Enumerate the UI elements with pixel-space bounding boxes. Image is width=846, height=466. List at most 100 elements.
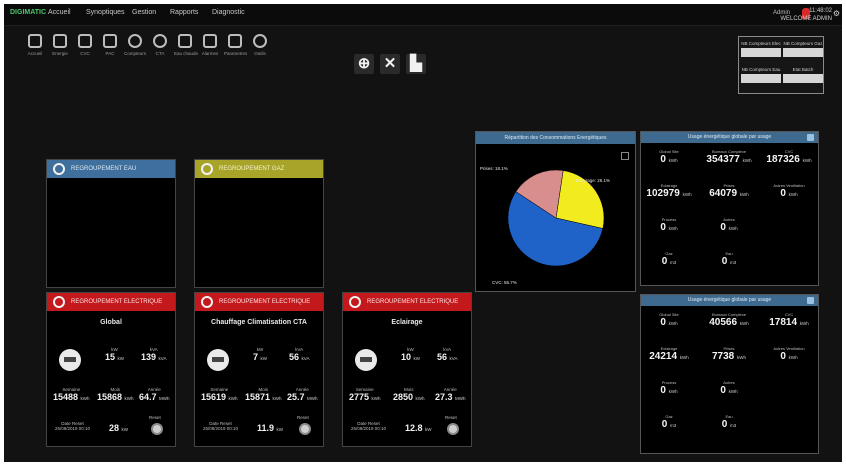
- month-cell: Mois 2850 kWh: [393, 387, 425, 402]
- group-electric-panel[interactable]: REGROUPEMENT ELECTRIQUE Eclairage kW 10 …: [342, 292, 472, 447]
- group-electric-panel[interactable]: REGROUPEMENT ELECTRIQUE Chauffage Climat…: [194, 292, 324, 447]
- energy-cell-value: 0 kWh: [641, 154, 697, 165]
- group-electric-header: REGROUPEMENT ELECTRIQUE: [47, 293, 175, 311]
- energy-panel-title: Usage énergétique globale par usage: [687, 297, 772, 303]
- toolbar-item-alarmes[interactable]: Alarmes: [199, 34, 221, 62]
- cvc-icon: [78, 34, 92, 48]
- group-gaz-panel[interactable]: REGROUPEMENT GAZ: [194, 159, 324, 288]
- menu-rapports[interactable]: Rapports: [170, 9, 198, 16]
- toolbar-label: Parametres: [224, 51, 248, 56]
- week-cell: Semaine 2775 kWh: [349, 387, 381, 402]
- group-electric-title: REGROUPEMENT ELECTRIQUE: [219, 299, 311, 305]
- toolbar-label: Accueil: [27, 51, 43, 56]
- reset-cell[interactable]: Reset: [297, 415, 309, 420]
- toolbar-item-energie[interactable]: Energie: [49, 34, 71, 62]
- chart-icon[interactable]: ▙: [406, 54, 426, 74]
- toolbar-label: Energie: [52, 51, 68, 56]
- reset-fan-icon[interactable]: [299, 423, 311, 435]
- export-icon[interactable]: [807, 297, 814, 304]
- reset-fan-icon[interactable]: [151, 423, 163, 435]
- energy-cell-value: 0 kWh: [701, 222, 757, 233]
- value-number: 0: [780, 188, 786, 199]
- menu-synoptiques[interactable]: Synoptiques: [86, 9, 125, 16]
- energy-panel-title: Usage énergétique globale par usage: [687, 134, 772, 140]
- reset-cell[interactable]: Reset: [445, 415, 457, 420]
- value-unit: m3: [670, 260, 677, 265]
- energy-cell: CVC 17814 kWh: [761, 312, 817, 328]
- value-number: 2850: [393, 392, 414, 402]
- value-number: 0: [660, 385, 666, 396]
- value-number: 12.8: [405, 423, 423, 433]
- reset-cell[interactable]: Reset: [149, 415, 161, 420]
- cell-value: 56 kVA: [437, 352, 457, 362]
- toolbar-label: Outils: [254, 51, 266, 56]
- value-unit: kWh: [415, 396, 425, 401]
- indicator-gaz: NB Compteurs Gaz: [783, 41, 823, 57]
- cell-value: 64.7 MWh: [139, 392, 170, 402]
- reset-fan-icon[interactable]: [447, 423, 459, 435]
- group-eau-panel[interactable]: REGROUPEMENT EAU: [46, 159, 176, 288]
- value-number: 56: [289, 352, 300, 362]
- cell-value: 2850 kWh: [393, 392, 425, 402]
- value-number: 40566: [709, 317, 738, 328]
- energy-icon: [53, 34, 67, 48]
- value-number: 139: [141, 352, 157, 362]
- energy-cell-value: 0 m3: [701, 256, 757, 267]
- group-electric-panel[interactable]: REGROUPEMENT ELECTRIQUE Global kW 15 kW …: [46, 292, 176, 447]
- settings-gear-icon[interactable]: ⚙: [833, 9, 840, 18]
- toolbar-item-compteurs[interactable]: Compteurs: [124, 34, 146, 62]
- apparent-power-cell: kVA 139 kVA: [141, 347, 166, 362]
- export-icon[interactable]: [807, 134, 814, 141]
- energy-cell: Eclairage 24214 kWh: [641, 346, 697, 362]
- reset-date-value: 25/08/2019 00:10: [203, 426, 239, 431]
- year-cell: Année 64.7 MWh: [139, 387, 170, 402]
- toolbar-item-parametres[interactable]: Parametres: [224, 34, 248, 62]
- cell-value: 7 kW: [253, 352, 267, 362]
- group-electric-header: REGROUPEMENT ELECTRIQUE: [195, 293, 323, 311]
- power-cell: kW 7 kW: [253, 347, 267, 362]
- toolbar-label: Eau chaude: [174, 51, 199, 56]
- energy-cell-value: 102979 kWh: [641, 188, 697, 199]
- menu-accueil[interactable]: Accueil: [48, 9, 71, 16]
- value-number: 15488: [53, 392, 79, 402]
- value-number: 15: [105, 352, 116, 362]
- toolbar-item-outils[interactable]: Outils: [249, 34, 271, 62]
- value-unit: kWh: [371, 396, 381, 401]
- value-unit: kWh: [668, 389, 678, 394]
- menu-diagnostic[interactable]: Diagnostic: [212, 9, 245, 16]
- cell-value: 12.8 kW: [405, 423, 432, 433]
- week-cell: Semaine 15619 kWh: [201, 387, 238, 402]
- reset-date-cell: Date Reset 25/08/2019 00:10: [203, 421, 238, 431]
- value-unit: kWh: [728, 389, 738, 394]
- value-number: 0: [720, 222, 726, 233]
- menu-gestion[interactable]: Gestion: [132, 9, 156, 16]
- cell-value: 56 kVA: [289, 352, 309, 362]
- energy-panel-header: Usage énergétique globale par usage: [641, 132, 818, 143]
- toolbar-item-pac[interactable]: PAC: [99, 34, 121, 62]
- group-eau-header: REGROUPEMENT EAU: [47, 160, 175, 178]
- indicator-value: [741, 48, 781, 57]
- energy-cell: CVC 187326 kWh: [761, 149, 817, 165]
- zoom-icon[interactable]: ⊕: [354, 54, 374, 74]
- cell-value: 15619 kWh: [201, 392, 238, 402]
- cta-icon: [153, 34, 167, 48]
- energy-cell-value: 40566 kWh: [701, 317, 757, 328]
- value-unit: kW: [413, 356, 421, 361]
- value-unit: kWh: [799, 321, 809, 326]
- toolbar-label: CTA: [155, 51, 165, 56]
- energy-cell: Eau 0 m3: [701, 251, 757, 267]
- alarmes-icon: [203, 34, 217, 48]
- toolbar-item-cvc[interactable]: CVC: [74, 34, 96, 62]
- energy-cell-value: 0 kWh: [641, 385, 697, 396]
- value-number: 102979: [646, 188, 680, 199]
- toolbar-item-accueil[interactable]: Accueil: [24, 34, 46, 62]
- value-unit: kWh: [739, 192, 749, 197]
- consumption-pie-panel: Répartition des Consommations Energétiqu…: [475, 131, 636, 292]
- toolbar-item-eau-chaude[interactable]: Eau chaude: [174, 34, 199, 62]
- group-electric-body: Global kW 15 kW kVA 139 kVA Semaine 1548…: [47, 311, 175, 446]
- value-number: 24214: [649, 351, 678, 362]
- value-number: 15868: [97, 392, 123, 402]
- top-menubar: DIGIMATIC Accueil Synoptiques Gestion Ra…: [4, 4, 842, 26]
- toolbar-item-cta[interactable]: CTA: [149, 34, 171, 62]
- tools-icon[interactable]: ✕: [380, 54, 400, 74]
